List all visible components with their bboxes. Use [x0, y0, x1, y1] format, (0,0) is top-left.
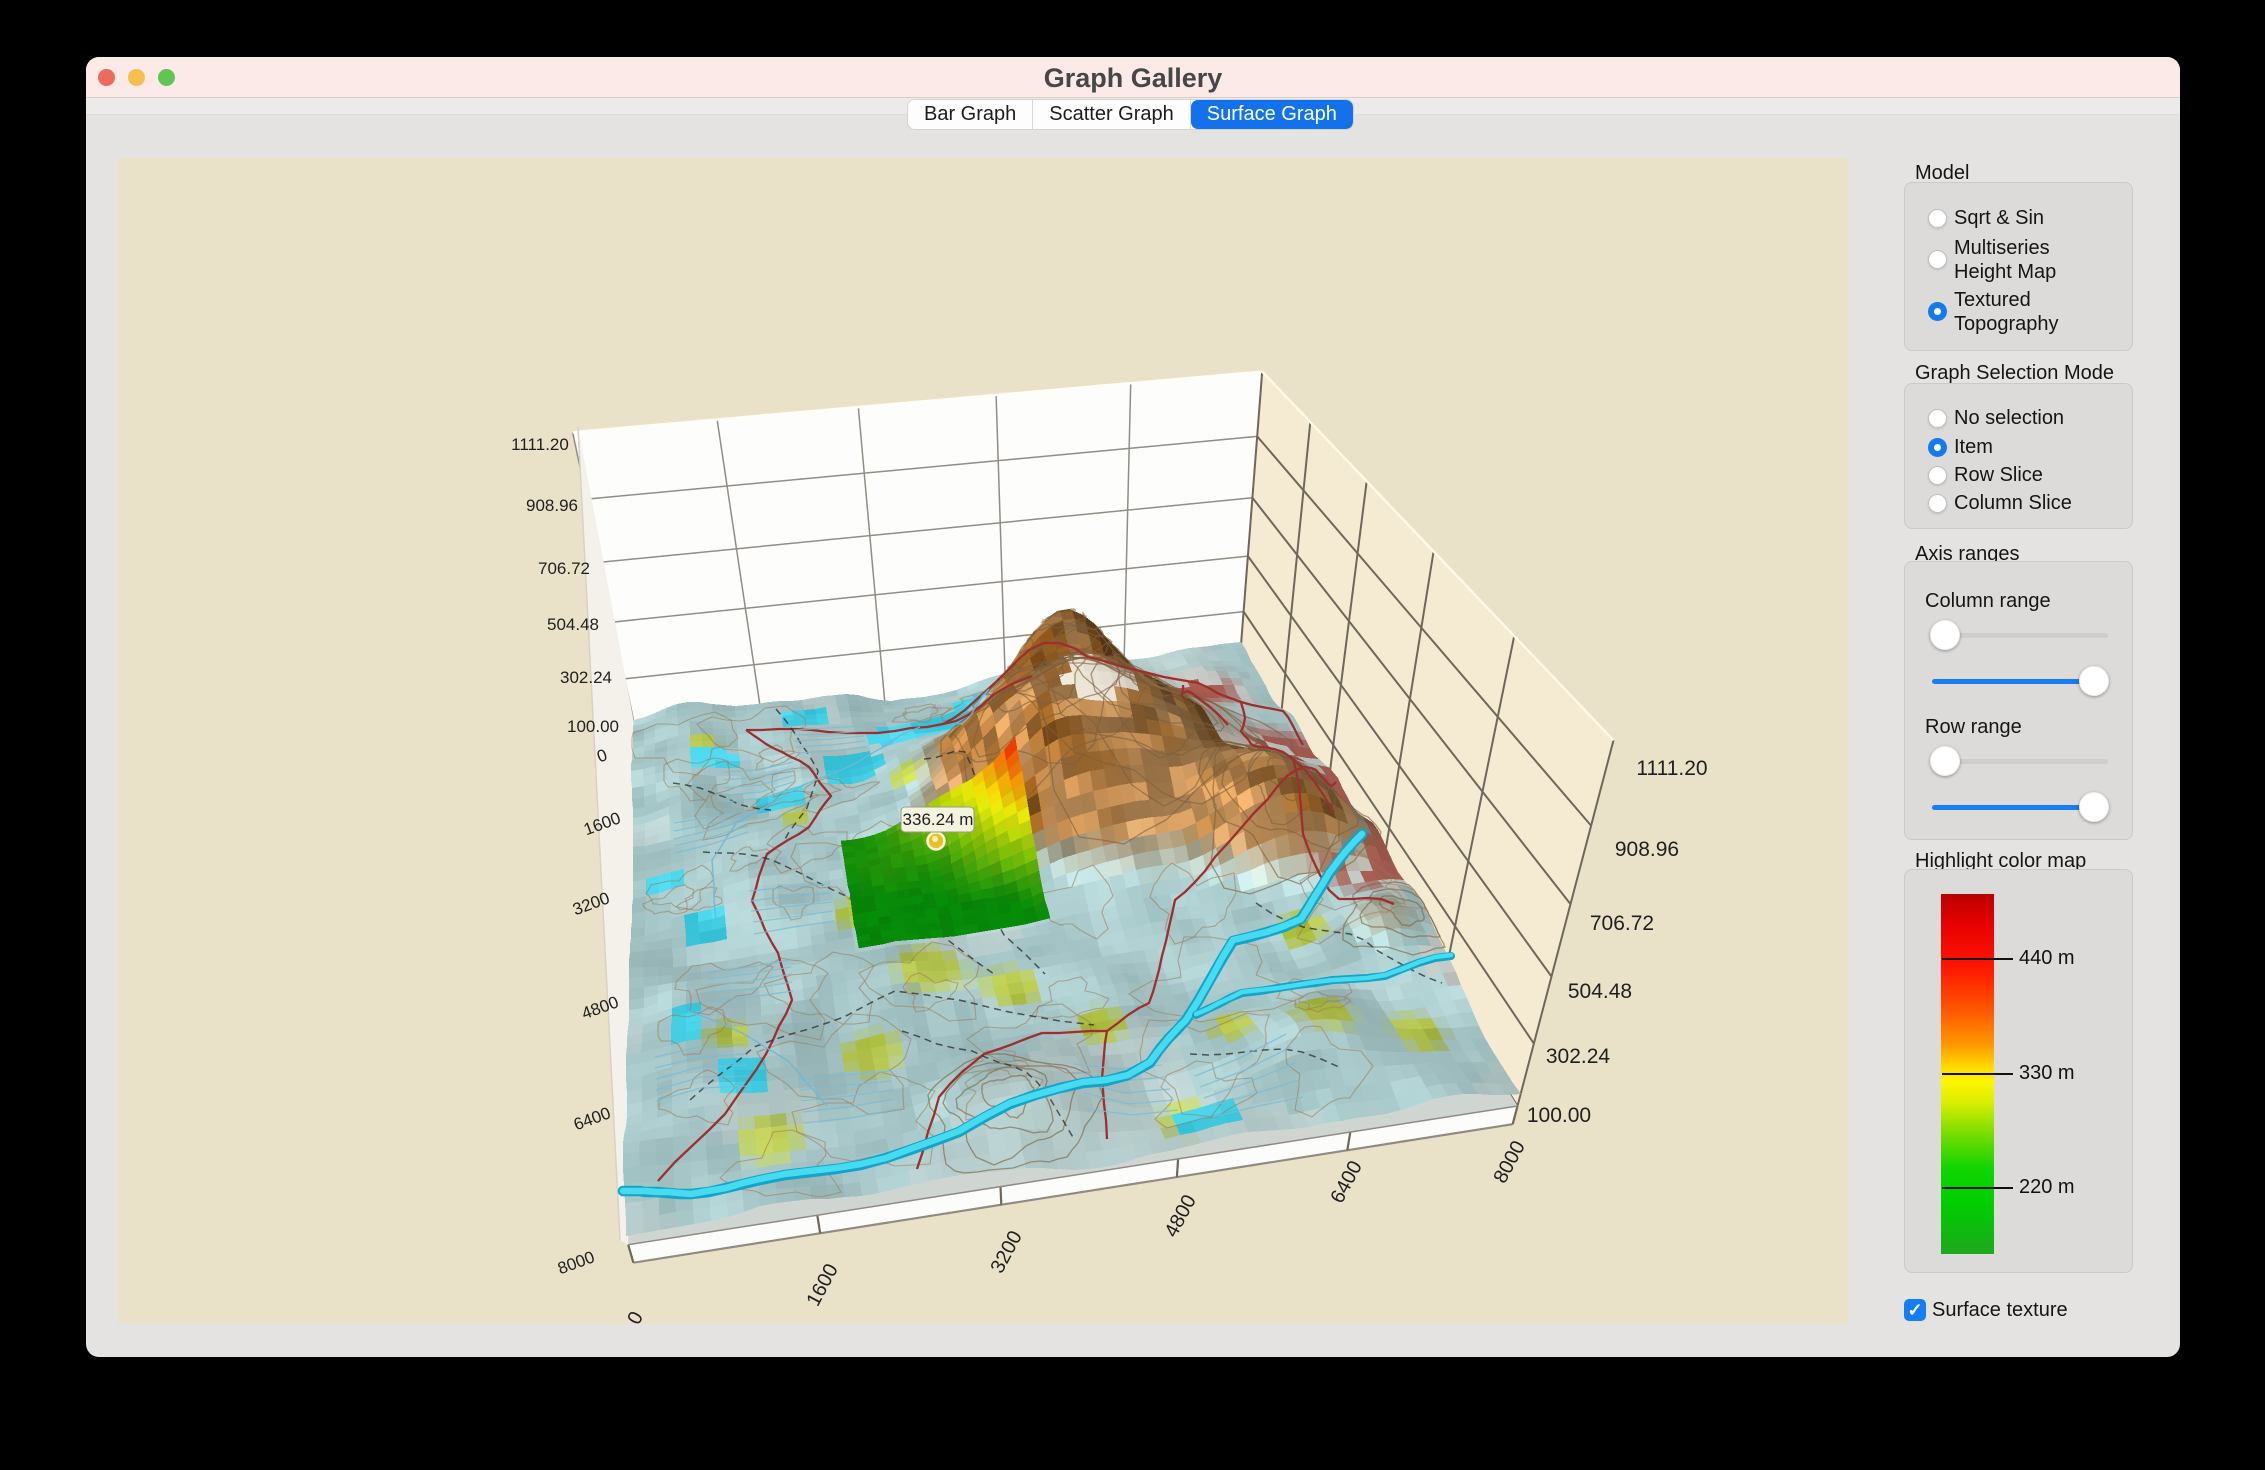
svg-text:100.00: 100.00 — [1527, 1104, 1591, 1127]
svg-text:100.00: 100.00 — [567, 717, 619, 736]
svg-text:8000: 8000 — [1490, 1137, 1530, 1187]
svg-text:4800: 4800 — [1161, 1191, 1201, 1241]
svg-text:504.48: 504.48 — [547, 615, 599, 634]
svg-text:1111.20: 1111.20 — [511, 435, 569, 454]
svg-text:706.72: 706.72 — [538, 559, 590, 578]
svg-text:504.48: 504.48 — [1568, 980, 1632, 1003]
svg-text:336.24 m: 336.24 m — [903, 810, 974, 829]
svg-text:706.72: 706.72 — [1590, 912, 1654, 935]
svg-text:302.24: 302.24 — [560, 668, 612, 687]
svg-text:0: 0 — [623, 1308, 648, 1324]
svg-text:6400: 6400 — [1327, 1157, 1367, 1207]
svg-text:302.24: 302.24 — [1546, 1045, 1611, 1068]
svg-text:6400: 6400 — [571, 1103, 613, 1134]
svg-text:1111.20: 1111.20 — [1636, 757, 1707, 780]
svg-text:3200: 3200 — [987, 1227, 1027, 1277]
svg-text:8000: 8000 — [555, 1247, 597, 1278]
svg-text:908.96: 908.96 — [1615, 838, 1679, 861]
svg-text:908.96: 908.96 — [526, 496, 578, 515]
svg-text:1600: 1600 — [803, 1260, 843, 1310]
